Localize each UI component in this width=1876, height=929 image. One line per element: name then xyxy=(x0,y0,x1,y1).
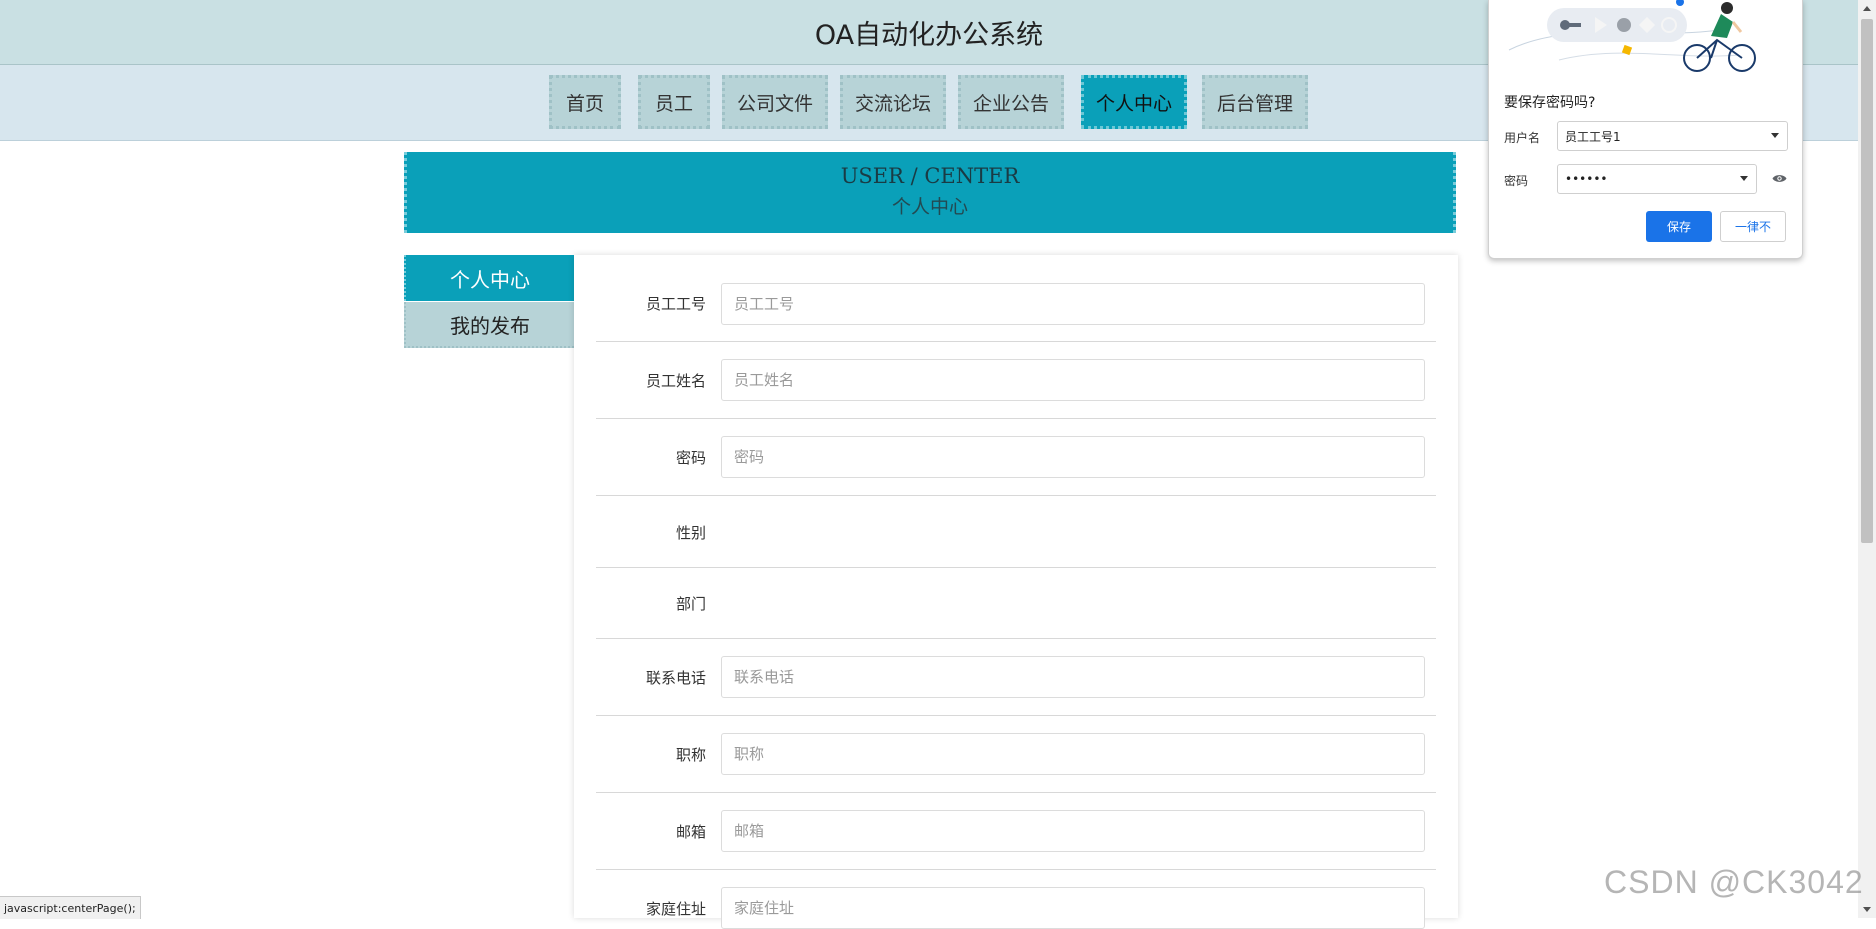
department-label: 部门 xyxy=(675,595,706,613)
job-title-input[interactable] xyxy=(721,733,1425,775)
nav-item-personal-center[interactable]: 个人中心 xyxy=(1081,75,1187,129)
gender-label: 性别 xyxy=(675,524,706,542)
app-title: OA自动化办公系统 xyxy=(814,19,1044,51)
save-password-popup: 要保存密码吗? 用户名 员工工号1 密码 •••••• 保存 一律不 xyxy=(1488,0,1803,259)
profile-form: 员工工号 员工姓名 密码 性别 部门 联系电话 职称 邮箱 家庭住址 xyxy=(574,255,1458,929)
password-input[interactable] xyxy=(721,436,1425,478)
address-label: 家庭住址 xyxy=(645,900,706,918)
scrollbar-thumb[interactable] xyxy=(1861,19,1873,543)
email-input[interactable] xyxy=(721,810,1425,852)
form-row-department: 部门 xyxy=(596,568,1436,639)
scroll-up-icon[interactable] xyxy=(1863,6,1871,11)
eye-icon[interactable] xyxy=(1772,173,1787,184)
password-label: 密码 xyxy=(675,449,706,467)
side-menu-personal-center[interactable]: 个人中心 xyxy=(404,255,574,301)
nav-item-admin[interactable]: 后台管理 xyxy=(1202,75,1308,129)
form-row-title: 职称 xyxy=(596,716,1436,793)
chevron-down-icon xyxy=(1740,176,1748,181)
password-select[interactable]: •••••• xyxy=(1557,164,1757,194)
employee-id-label: 员工工号 xyxy=(645,295,706,313)
form-row-email: 邮箱 xyxy=(596,793,1436,870)
employee-id-input[interactable] xyxy=(721,283,1425,325)
form-row-password: 密码 xyxy=(596,419,1436,496)
form-row-employee-id: 员工工号 xyxy=(596,267,1436,342)
never-save-button[interactable]: 一律不 xyxy=(1720,211,1786,242)
vertical-scrollbar[interactable] xyxy=(1858,0,1876,918)
watermark: CSDN @CK3042 xyxy=(1604,864,1864,900)
phone-label: 联系电话 xyxy=(645,669,706,687)
form-row-address: 家庭住址 xyxy=(596,870,1436,929)
nav-item-company-files[interactable]: 公司文件 xyxy=(722,75,828,129)
username-value: 员工工号1 xyxy=(1565,129,1621,144)
email-label: 邮箱 xyxy=(675,823,706,841)
username-select[interactable]: 员工工号1 xyxy=(1557,121,1788,151)
cyclist-illustration xyxy=(1508,0,1756,72)
nav-item-forum[interactable]: 交流论坛 xyxy=(840,75,946,129)
job-title-label: 职称 xyxy=(675,746,706,764)
form-row-gender: 性别 xyxy=(596,496,1436,568)
employee-name-label: 员工姓名 xyxy=(645,372,706,390)
nav-item-employees[interactable]: 员工 xyxy=(638,75,710,129)
scroll-down-icon[interactable] xyxy=(1863,907,1871,912)
banner-title-cn: 个人中心 xyxy=(891,196,968,218)
address-input[interactable] xyxy=(721,887,1425,929)
nav-item-home[interactable]: 首页 xyxy=(549,75,621,129)
side-menu-my-posts[interactable]: 我的发布 xyxy=(404,302,574,348)
employee-name-input[interactable] xyxy=(721,359,1425,401)
phone-input[interactable] xyxy=(721,656,1425,698)
save-password-button[interactable]: 保存 xyxy=(1646,211,1712,242)
chevron-down-icon xyxy=(1771,133,1779,138)
form-row-phone: 联系电话 xyxy=(596,639,1436,716)
nav-item-announcements[interactable]: 企业公告 xyxy=(958,75,1064,129)
form-row-employee-name: 员工姓名 xyxy=(596,342,1436,419)
save-password-question: 要保存密码吗? xyxy=(1504,95,1596,111)
banner-title-en: USER / CENTER xyxy=(840,164,1020,188)
status-bar-url: javascript:centerPage(); xyxy=(0,896,141,919)
password-label-popup: 密码 xyxy=(1504,174,1529,188)
password-value: •••••• xyxy=(1565,172,1608,186)
username-label: 用户名 xyxy=(1504,131,1541,145)
page-banner: USER / CENTER 个人中心 xyxy=(404,152,1456,233)
